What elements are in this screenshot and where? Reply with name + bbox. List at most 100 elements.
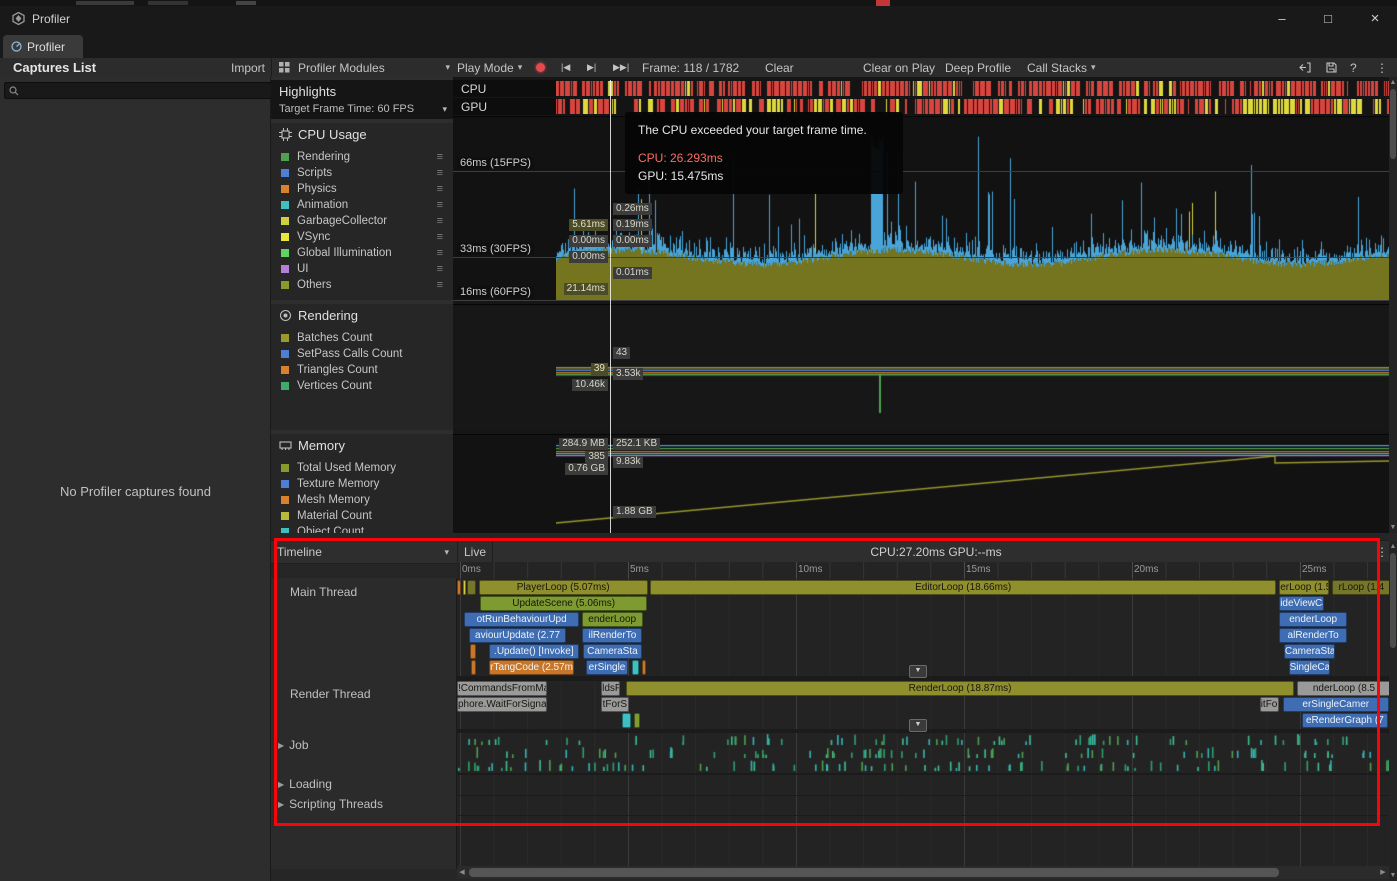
- timeline-span[interactable]: nderLoop (8.5: [1297, 681, 1389, 696]
- thread-label-job[interactable]: ▶Job: [278, 738, 309, 752]
- last-frame-button[interactable]: ▶▶|: [608, 58, 634, 77]
- expand-arrow-icon[interactable]: ▶: [278, 800, 284, 809]
- timeline-span[interactable]: UpdateScene (5.06ms): [480, 596, 647, 611]
- drag-handle-icon[interactable]: ≡: [437, 167, 443, 179]
- timeline-span[interactable]: RenderLoop (18.87ms): [626, 681, 1294, 696]
- timeline-span[interactable]: alRenderTo: [1279, 628, 1347, 643]
- maximize-button[interactable]: □: [1308, 6, 1348, 31]
- charts-scroll-thumb[interactable]: [1390, 89, 1396, 159]
- legend-item-mesh-memory[interactable]: Mesh Memory: [271, 492, 453, 508]
- scroll-right-icon[interactable]: ▶: [1379, 868, 1387, 877]
- scroll-down-icon[interactable]: ▼: [1389, 523, 1397, 532]
- legend-item-setpass-calls-count[interactable]: SetPass Calls Count: [271, 346, 453, 362]
- timeline-view-dropdown[interactable]: Timeline▾: [277, 541, 449, 563]
- timeline-track-area[interactable]: PlayerLoop (5.07ms)EditorLoop (18.66ms) e…: [457, 578, 1389, 869]
- timeline-span[interactable]: enderLoop: [1279, 612, 1347, 627]
- chart-area[interactable]: CPU GPU 66ms (15FPS) 33ms (30FPS) 16ms (…: [453, 77, 1389, 533]
- timeline-span[interactable]: [632, 660, 639, 675]
- search-input[interactable]: [4, 82, 272, 99]
- minimize-button[interactable]: –: [1262, 6, 1302, 31]
- highlights-gpu-strip[interactable]: [556, 98, 1389, 115]
- timeline-span[interactable]: [463, 580, 466, 595]
- charts-vertical-scrollbar[interactable]: ▲ ▼: [1389, 77, 1397, 533]
- timeline-ruler[interactable]: 0ms5ms10ms15ms20ms25ms: [457, 562, 1389, 578]
- scroll-left-icon[interactable]: ◀: [458, 868, 466, 877]
- legend-item-ui[interactable]: UI≡: [271, 261, 453, 277]
- legend-item-vsync[interactable]: VSync≡: [271, 229, 453, 245]
- timeline-span[interactable]: EditorLoop (18.66ms): [650, 580, 1276, 595]
- legend-item-animation[interactable]: Animation≡: [271, 197, 453, 213]
- loading-track[interactable]: [457, 775, 1389, 796]
- target-frame-time-dropdown[interactable]: Target Frame Time: 60 FPS ▾: [279, 103, 447, 115]
- horizontal-scroll-thumb[interactable]: [469, 868, 1279, 877]
- timeline-span[interactable]: eRenderGraph (7: [1302, 713, 1388, 728]
- record-button[interactable]: [531, 58, 550, 77]
- timeline-span[interactable]: rLoop (1.4: [1332, 580, 1389, 595]
- job-track[interactable]: [457, 733, 1389, 773]
- timeline-span[interactable]: [457, 580, 461, 595]
- timeline-span[interactable]: erSingle: [586, 660, 629, 675]
- thread-label-render-thread[interactable]: Render Thread: [290, 687, 371, 701]
- drag-handle-icon[interactable]: ≡: [437, 215, 443, 227]
- drag-handle-icon[interactable]: ≡: [437, 151, 443, 163]
- drag-handle-icon[interactable]: ≡: [437, 247, 443, 259]
- main-thread-track[interactable]: PlayerLoop (5.07ms)EditorLoop (18.66ms) e…: [457, 580, 1389, 676]
- tab-profiler[interactable]: Profiler: [3, 35, 83, 58]
- collapse-main-thread-button[interactable]: ▼: [909, 665, 927, 678]
- timeline-span[interactable]: erSingleCamer: [1283, 697, 1390, 712]
- timeline-span[interactable]: enderLoop: [582, 612, 643, 627]
- memory-chart[interactable]: [453, 434, 1389, 533]
- import-button[interactable]: Import: [226, 58, 270, 77]
- timeline-span[interactable]: PlayerLoop (5.07ms): [479, 580, 648, 595]
- clear-on-play-toggle[interactable]: Clear on Play: [858, 58, 940, 77]
- timeline-span[interactable]: [471, 660, 477, 675]
- legend-item-texture-memory[interactable]: Texture Memory: [271, 476, 453, 492]
- clear-button[interactable]: Clear: [760, 58, 799, 77]
- timeline-span[interactable]: tForS: [601, 697, 629, 712]
- drag-handle-icon[interactable]: ≡: [437, 263, 443, 275]
- next-frame-button[interactable]: ▶|: [582, 58, 601, 77]
- timeline-span[interactable]: SingleCa: [1289, 660, 1330, 675]
- timeline-span[interactable]: rTangCode (2.57m: [489, 660, 574, 675]
- timeline-span[interactable]: [622, 713, 631, 728]
- call-stacks-dropdown[interactable]: Call Stacks▾: [1022, 58, 1101, 77]
- scripting-threads-track[interactable]: [457, 795, 1389, 816]
- drag-handle-icon[interactable]: ≡: [437, 183, 443, 195]
- legend-item-scripts[interactable]: Scripts≡: [271, 165, 453, 181]
- timeline-span[interactable]: itForS: [1260, 697, 1280, 712]
- scroll-down-icon[interactable]: ▼: [1389, 871, 1397, 880]
- drag-handle-icon[interactable]: ≡: [437, 279, 443, 291]
- toolbar-context-menu[interactable]: ⋮: [1371, 58, 1393, 77]
- legend-item-material-count[interactable]: Material Count: [271, 508, 453, 524]
- scroll-up-icon[interactable]: ▲: [1389, 78, 1397, 87]
- load-profile-button[interactable]: [1294, 58, 1317, 77]
- thread-label-scripting-threads[interactable]: ▶Scripting Threads: [278, 797, 383, 811]
- collapse-render-thread-button[interactable]: ▼: [909, 719, 927, 732]
- rendering-chart[interactable]: [453, 304, 1389, 430]
- timeline-span[interactable]: CameraSta: [1284, 644, 1335, 659]
- legend-item-vertices-count[interactable]: Vertices Count: [271, 378, 453, 394]
- timeline-span[interactable]: ilRenderTo: [582, 628, 642, 643]
- modules-grid-icon-button[interactable]: [274, 58, 295, 77]
- play-mode-dropdown[interactable]: Play Mode▾: [452, 58, 527, 77]
- help-button[interactable]: ?: [1345, 58, 1362, 77]
- deep-profile-toggle[interactable]: Deep Profile: [940, 58, 1016, 77]
- legend-item-rendering[interactable]: Rendering≡: [271, 149, 453, 165]
- legend-item-garbagecollector[interactable]: GarbageCollector≡: [271, 213, 453, 229]
- legend-item-others[interactable]: Others≡: [271, 277, 453, 293]
- timeline-span[interactable]: !CommandsFromMainT: [457, 681, 547, 696]
- thread-label-loading[interactable]: ▶Loading: [278, 777, 332, 791]
- drag-handle-icon[interactable]: ≡: [437, 231, 443, 243]
- timeline-span[interactable]: ideViewCan: [1279, 596, 1323, 611]
- legend-item-total-used-memory[interactable]: Total Used Memory: [271, 460, 453, 476]
- legend-item-triangles-count[interactable]: Triangles Count: [271, 362, 453, 378]
- timeline-horizontal-scrollbar[interactable]: ◀ ▶: [457, 866, 1389, 879]
- scroll-up-icon[interactable]: ▲: [1389, 542, 1397, 551]
- save-profile-button[interactable]: [1320, 58, 1343, 77]
- timeline-context-menu[interactable]: ⋮: [1375, 541, 1389, 563]
- timeline-span[interactable]: [467, 580, 476, 595]
- drag-handle-icon[interactable]: ≡: [437, 199, 443, 211]
- legend-item-physics[interactable]: Physics≡: [271, 181, 453, 197]
- timeline-span[interactable]: .Update() [Invoke]: [489, 644, 579, 659]
- timeline-span[interactable]: CameraSta: [583, 644, 642, 659]
